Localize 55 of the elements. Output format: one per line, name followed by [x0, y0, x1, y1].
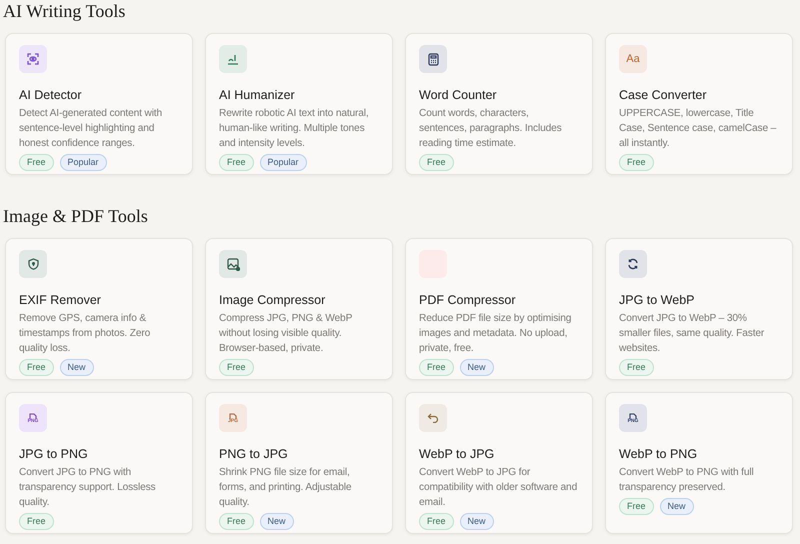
- tool-description: Compress JPG, PNG & WebP without losing visible quality. Browser-based, private.: [219, 312, 354, 356]
- tool-description: Count words, characters, sentences, paragraphs. Includes reading time estimate.: [419, 107, 563, 151]
- tool-title: AI Detector: [19, 87, 83, 103]
- tag: Free: [419, 359, 454, 376]
- tool-title: WebP to PNG: [619, 446, 698, 462]
- tag: Free: [19, 359, 54, 376]
- tag: Free: [619, 359, 654, 376]
- tool-card[interactable]: AI Humanizer Rewrite robotic AI text into natural, human-like writing. Multiple tones and intensity levels. Free Popular: [205, 33, 393, 175]
- tool-description: Convert WebP to PNG with full transparency preserved.: [619, 466, 755, 495]
- tool-card[interactable]: Image Compressor Compress JPG, PNG & WebP without losing visible quality. Browser-based, private. Free: [205, 238, 393, 380]
- tag: Free: [19, 154, 54, 171]
- tag: New: [60, 359, 94, 376]
- tag: New: [260, 513, 294, 530]
- tool-title: PNG to JPG: [219, 446, 289, 462]
- tool-description: UPPERCASE, lowercase, Title Case, Sentence case, camelCase – all instantly.: [619, 107, 778, 151]
- tool-title: Word Counter: [419, 87, 498, 103]
- tag: Free: [219, 154, 254, 171]
- tool-title: JPG to PNG: [19, 446, 89, 462]
- tag: Popular: [60, 154, 107, 171]
- tool-title: EXIF Remover: [19, 292, 102, 308]
- tool-description: Convert JPG to PNG with transparency support. Lossless quality.: [19, 466, 156, 510]
- tool-card[interactable]: WebP to JPG Convert WebP to JPG for compatibility with older software and email. Free New: [405, 392, 593, 534]
- tool-title: Image Compressor: [219, 292, 326, 308]
- tag: Free: [419, 154, 454, 171]
- tag: Free: [19, 513, 54, 530]
- tag: New: [660, 498, 694, 515]
- tool-description: Remove GPS, camera info & timestamps from photos. Zero quality loss.: [19, 312, 152, 356]
- tool-card[interactable]: PDF Compressor Reduce PDF file size by optimising images and metadata. No upload, private, free. Free New: [405, 238, 593, 380]
- tool-description: Rewrite robotic AI text into natural, human-like writing. Multiple tones and intensity levels.: [219, 107, 370, 151]
- tool-title: AI Humanizer: [219, 87, 296, 103]
- tool-description: Reduce PDF file size by optimising images and metadata. No upload, private, free.: [419, 312, 572, 356]
- case-icon: Aa: [626, 53, 640, 65]
- tool-title: Case Converter: [619, 87, 708, 103]
- tag: Free: [219, 359, 254, 376]
- tag: Free: [419, 513, 454, 530]
- tag: New: [460, 513, 494, 530]
- tag: Free: [619, 498, 654, 515]
- section-title: Image & PDF Tools: [3, 205, 149, 228]
- tool-card[interactable]: Word Counter Count words, characters, sentences, paragraphs. Includes reading time estimate. Free: [405, 33, 593, 175]
- tag: Free: [619, 154, 654, 171]
- tool-description: Convert JPG to WebP – 30% smaller files, same quality. Faster websites.: [619, 312, 766, 356]
- tool-title: JPG to WebP: [619, 292, 696, 308]
- tool-description: Detect AI-generated content with sentence-level highlighting and honest confidence ranges.: [19, 107, 164, 151]
- tool-description: Shrink PNG file size for email, forms, and printing. Adjustable quality.: [219, 466, 352, 510]
- tool-card[interactable]: JPG to WebP Convert JPG to WebP – 30% smaller files, same quality. Faster websites. Free: [605, 238, 793, 380]
- section-title: AI Writing Tools: [3, 0, 126, 23]
- tool-description: Convert WebP to JPG for compatibility with older software and email.: [419, 466, 578, 510]
- tool-title: WebP to JPG: [419, 446, 496, 462]
- tag: Popular: [260, 154, 307, 171]
- tool-card[interactable]: AI Detector Detect AI-generated content with sentence-level highlighting and honest confidence ranges. Free Popular: [5, 33, 193, 175]
- tool-title: PDF Compressor: [419, 292, 517, 308]
- tag: Free: [219, 513, 254, 530]
- tool-card[interactable]: EXIF Remover Remove GPS, camera info & timestamps from photos. Zero quality loss. Free New: [5, 238, 193, 380]
- tool-card[interactable]: Aa Case Converter UPPERCASE, lowercase, Title Case, Sentence case, camelCase – all instantly. Free: [605, 33, 793, 175]
- tag: New: [460, 359, 494, 376]
